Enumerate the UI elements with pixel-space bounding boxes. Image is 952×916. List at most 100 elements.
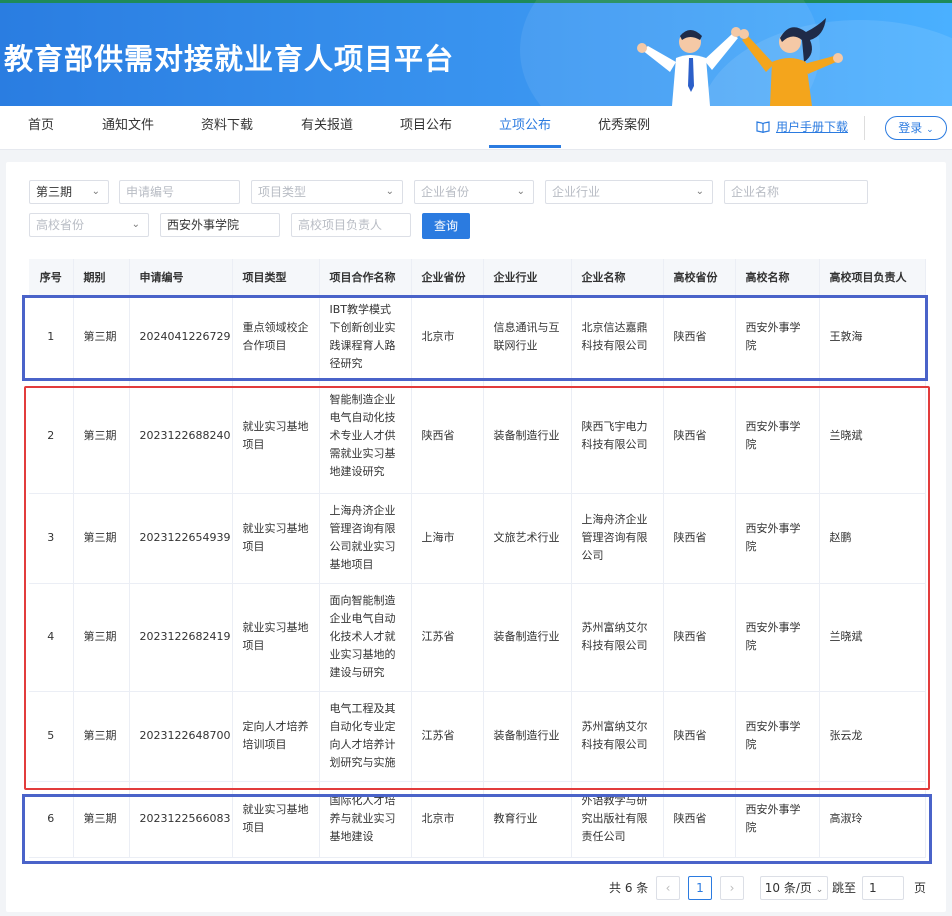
cell-school-province: 陕西省 bbox=[663, 691, 736, 782]
cell-project-name: 面向智能制造企业电气自动化技术人才就业实习基地的建设与研究 bbox=[319, 583, 412, 692]
cell-company-industry: 装备制造行业 bbox=[483, 583, 572, 692]
cell-school-leader: 高淑玲 bbox=[819, 781, 926, 858]
login-label: 登录 bbox=[898, 121, 923, 135]
table-header-row: 序号 期别 申请编号 项目类型 项目合作名称 企业省份 企业行业 企业名称 高校… bbox=[29, 259, 926, 296]
cell-school-name: 西安外事学院 bbox=[735, 691, 820, 782]
period-select[interactable]: 第三期 ⌄ bbox=[29, 180, 109, 204]
cell-school-name: 西安外事学院 bbox=[735, 583, 820, 692]
cell-company-province: 江苏省 bbox=[411, 691, 484, 782]
cell-school-name: 西安外事学院 bbox=[735, 781, 820, 858]
cell-school-province: 陕西省 bbox=[663, 379, 736, 494]
cell-period: 第三期 bbox=[73, 781, 130, 858]
jump-page-input[interactable]: 1 bbox=[862, 876, 904, 900]
cell-application-no: 2023122654939 bbox=[129, 493, 233, 584]
cell-company-name: 苏州富纳艾尔科技有限公司 bbox=[571, 583, 664, 692]
cell-project-name: 上海舟济企业管理咨询有限公司就业实习基地项目 bbox=[319, 493, 412, 584]
cell-project-name: IBT教学模式下创新创业实践课程育人路径研究 bbox=[319, 295, 412, 380]
login-button[interactable]: 登录 ⌄ bbox=[885, 116, 947, 140]
cell-company-province: 陕西省 bbox=[411, 379, 484, 494]
cell-school-province: 陕西省 bbox=[663, 781, 736, 858]
col-header-company-name: 企业名称 bbox=[571, 259, 664, 296]
cell-school-leader: 兰晓斌 bbox=[819, 379, 926, 494]
cell-company-name: 苏州富纳艾尔科技有限公司 bbox=[571, 691, 664, 782]
nav-item-notices[interactable]: 通知文件 bbox=[102, 106, 154, 150]
cell-company-industry: 教育行业 bbox=[483, 781, 572, 858]
school-leader-input[interactable]: 高校项目负责人 bbox=[291, 213, 411, 237]
col-header-project-name: 项目合作名称 bbox=[319, 259, 412, 296]
col-header-project-type: 项目类型 bbox=[232, 259, 320, 296]
table-row: 3 第三期 2023122654939 就业实习基地项目 上海舟济企业管理咨询有… bbox=[29, 493, 926, 584]
cell-company-name: 上海舟济企业管理咨询有限公司 bbox=[571, 493, 664, 584]
col-header-school-province: 高校省份 bbox=[663, 259, 736, 296]
table-row: 2 第三期 2023122688240 就业实习基地项目 智能制造企业电气自动化… bbox=[29, 379, 926, 494]
cell-school-leader: 赵鹏 bbox=[819, 493, 926, 584]
cell-school-name: 西安外事学院 bbox=[735, 493, 820, 584]
company-name-input[interactable]: 企业名称 bbox=[724, 180, 868, 204]
cell-project-type: 定向人才培养培训项目 bbox=[232, 691, 320, 782]
chevron-down-icon: ⌄ bbox=[695, 186, 704, 197]
cell-project-name: 国际化人才培养与就业实习基地建设 bbox=[319, 781, 412, 858]
cell-period: 第三期 bbox=[73, 691, 130, 782]
cell-company-industry: 装备制造行业 bbox=[483, 379, 572, 494]
cell-company-industry: 装备制造行业 bbox=[483, 691, 572, 782]
banner-illustration bbox=[637, 18, 843, 106]
chevron-down-icon: ⌄ bbox=[815, 885, 824, 895]
company-industry-select[interactable]: 企业行业 ⌄ bbox=[545, 180, 713, 204]
cell-period: 第三期 bbox=[73, 583, 130, 692]
cell-application-no: 2023122688240 bbox=[129, 379, 233, 494]
cell-project-name: 智能制造企业电气自动化技术专业人才供需就业实习基地建设研究 bbox=[319, 379, 412, 494]
cell-school-name: 西安外事学院 bbox=[735, 379, 820, 494]
cell-application-no: 2024041226729 bbox=[129, 295, 233, 380]
nav-item-downloads[interactable]: 资料下载 bbox=[201, 106, 253, 150]
nav-item-approved-projects[interactable]: 立项公布 bbox=[488, 106, 562, 150]
cell-project-type: 就业实习基地项目 bbox=[232, 781, 320, 858]
cell-index: 3 bbox=[29, 493, 74, 584]
cell-project-type: 就业实习基地项目 bbox=[232, 493, 320, 584]
nav-item-reports[interactable]: 有关报道 bbox=[301, 106, 353, 150]
chevron-down-icon: ⌄ bbox=[385, 186, 394, 197]
next-page-button[interactable]: › bbox=[720, 876, 744, 900]
col-header-application-no: 申请编号 bbox=[129, 259, 233, 296]
cell-company-name: 陕西飞宇电力科技有限公司 bbox=[571, 379, 664, 494]
projects-table: 序号 期别 申请编号 项目类型 项目合作名称 企业省份 企业行业 企业名称 高校… bbox=[29, 259, 926, 858]
cell-company-name: 外语教学与研究出版社有限责任公司 bbox=[571, 781, 664, 858]
cell-project-type: 就业实习基地项目 bbox=[232, 379, 320, 494]
project-type-select[interactable]: 项目类型 ⌄ bbox=[251, 180, 403, 204]
company-province-select[interactable]: 企业省份 ⌄ bbox=[414, 180, 534, 204]
cell-project-type: 就业实习基地项目 bbox=[232, 583, 320, 692]
nav-item-project-announce[interactable]: 项目公布 bbox=[400, 106, 452, 150]
page-size-select[interactable]: 10 条/页 ⌄ bbox=[760, 876, 828, 900]
cell-company-industry: 信息通讯与互联网行业 bbox=[483, 295, 572, 380]
cell-school-province: 陕西省 bbox=[663, 493, 736, 584]
nav-item-excellent-cases[interactable]: 优秀案例 bbox=[598, 106, 650, 150]
period-select-value: 第三期 bbox=[36, 185, 73, 199]
application-no-input[interactable]: 申请编号 bbox=[119, 180, 240, 204]
prev-page-button[interactable]: ‹ bbox=[656, 876, 680, 900]
cell-company-industry: 文旅艺术行业 bbox=[483, 493, 572, 584]
cell-company-name: 北京信达嘉鼎科技有限公司 bbox=[571, 295, 664, 380]
cell-school-leader: 王敦海 bbox=[819, 295, 926, 380]
nav-item-home[interactable]: 首页 bbox=[28, 106, 54, 150]
cell-index: 5 bbox=[29, 691, 74, 782]
school-province-placeholder: 高校省份 bbox=[36, 218, 85, 232]
page-number-button[interactable]: 1 bbox=[688, 876, 712, 900]
school-name-input[interactable]: 西安外事学院 bbox=[160, 213, 280, 237]
site-banner: 教育部供需对接就业育人项目平台 bbox=[0, 0, 952, 106]
cell-company-province: 北京市 bbox=[411, 781, 484, 858]
school-province-select[interactable]: 高校省份 ⌄ bbox=[29, 213, 149, 237]
chevron-left-icon: ‹ bbox=[665, 881, 671, 895]
cell-period: 第三期 bbox=[73, 379, 130, 494]
page-size-value: 10 条/页 bbox=[764, 881, 812, 895]
query-button[interactable]: 查询 bbox=[422, 213, 470, 239]
page-unit-label: 页 bbox=[914, 881, 927, 895]
cell-project-name: 电气工程及其自动化专业定向人才培养计划研究与实施 bbox=[319, 691, 412, 782]
nav-divider bbox=[864, 116, 865, 140]
cell-company-province: 上海市 bbox=[411, 493, 484, 584]
chevron-down-icon: ⌄ bbox=[926, 125, 934, 135]
project-type-placeholder: 项目类型 bbox=[258, 185, 307, 199]
table-row: 6 第三期 2023122566083 就业实习基地项目 国际化人才培养与就业实… bbox=[29, 781, 926, 858]
jump-label: 跳至 bbox=[832, 881, 857, 895]
cell-index: 1 bbox=[29, 295, 74, 380]
manual-download-link[interactable]: 用户手册下载 bbox=[756, 118, 848, 135]
site-title: 教育部供需对接就业育人项目平台 bbox=[4, 42, 455, 76]
